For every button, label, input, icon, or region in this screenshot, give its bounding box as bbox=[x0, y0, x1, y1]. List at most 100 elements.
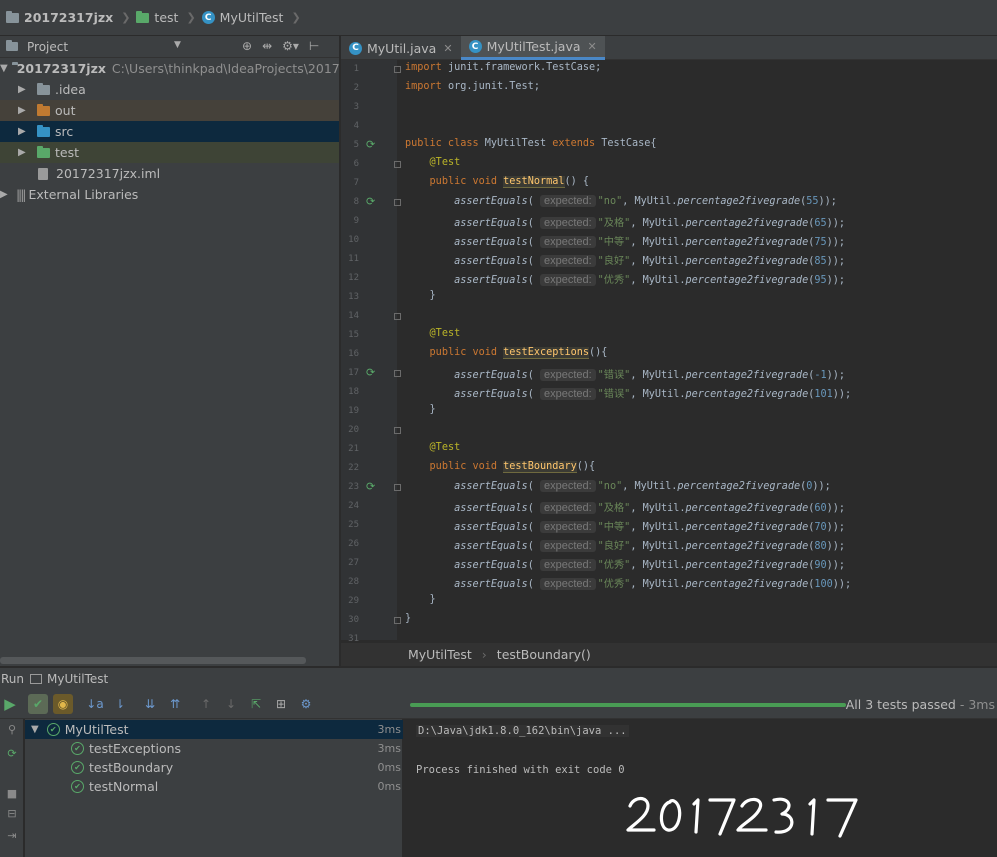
tree-item-label: .idea bbox=[55, 82, 86, 97]
test-row-root[interactable]: ▼ ✔ MyUtilTest 3ms bbox=[25, 720, 403, 739]
line-number: 25 bbox=[348, 520, 359, 530]
run-test-icon[interactable]: ⟳ bbox=[366, 138, 382, 151]
chevron-right-icon: ❯ bbox=[186, 11, 196, 24]
nav-file[interactable]: C MyUtilTest bbox=[201, 10, 283, 25]
tree-item-src[interactable]: ▶ src bbox=[0, 121, 339, 142]
fold-marker-icon[interactable] bbox=[394, 484, 401, 491]
editor-breadcrumb-method[interactable]: testBoundary() bbox=[497, 647, 591, 662]
view-dropdown-icon[interactable]: ▼ bbox=[174, 40, 181, 50]
console-command[interactable]: D:\Java\jdk1.8.0_162\bin\java ... bbox=[416, 725, 629, 737]
show-passed-icon[interactable]: ✔ bbox=[28, 694, 48, 714]
line-number: 17 bbox=[348, 368, 359, 378]
fold-marker-icon[interactable] bbox=[394, 199, 401, 206]
locate-icon[interactable]: ⊕ bbox=[242, 39, 252, 53]
fold-marker-icon[interactable] bbox=[394, 313, 401, 320]
line-number: 10 bbox=[348, 235, 359, 245]
code-line: } bbox=[405, 290, 436, 301]
stop-icon[interactable]: ■ bbox=[4, 787, 20, 801]
show-ignored-icon[interactable]: ◉ bbox=[53, 694, 73, 714]
line-number: 24 bbox=[348, 501, 359, 511]
nav-folder[interactable]: test bbox=[136, 10, 178, 25]
line-number: 29 bbox=[348, 596, 359, 606]
method-name[interactable]: testExceptions bbox=[503, 347, 590, 359]
code-line: @Test bbox=[429, 442, 461, 453]
code-line: public class MyUtilTest extends TestCase… bbox=[405, 138, 657, 149]
code-line: assertEquals( expected: "良好", MyUtil.perc… bbox=[454, 540, 846, 552]
tab-label: MyUtilTest.java bbox=[486, 39, 581, 54]
rerun-icon[interactable]: ▶ bbox=[0, 694, 20, 714]
code-line: assertEquals( expected: "错误", MyUtil.perc… bbox=[454, 369, 846, 381]
tab-myutil[interactable]: C MyUtil.java ✕ bbox=[341, 36, 461, 60]
run-test-icon[interactable]: ⟳ bbox=[366, 195, 382, 208]
project-panel-title[interactable]: Project bbox=[27, 40, 68, 54]
method-name[interactable]: testNormal bbox=[503, 176, 565, 188]
folder-icon bbox=[37, 82, 50, 95]
passed-icon: ✔ bbox=[71, 742, 84, 755]
parameter-hint: expected: bbox=[539, 369, 596, 381]
code-line: public void testNormal() { bbox=[429, 176, 590, 188]
sort-alpha-icon[interactable]: ↓a bbox=[85, 694, 105, 714]
test-name: testExceptions bbox=[89, 741, 182, 756]
next-test-icon[interactable]: ↓ bbox=[221, 694, 241, 714]
chevron-right-icon: › bbox=[481, 647, 487, 662]
import-icon[interactable]: ⊞ bbox=[271, 694, 291, 714]
toggle-auto-test-icon[interactable]: ⟳ bbox=[4, 747, 20, 761]
tree-item-test[interactable]: ▶ test bbox=[0, 142, 339, 163]
export-icon[interactable]: ⇱ bbox=[246, 694, 266, 714]
collapse-all-icon[interactable]: ⇹ bbox=[262, 39, 272, 53]
line-number: 19 bbox=[348, 406, 359, 416]
code-line: assertEquals( expected: "错误", MyUtil.perc… bbox=[454, 388, 852, 400]
test-folder-icon bbox=[37, 145, 50, 158]
test-results-tree: ▼ ✔ MyUtilTest 3ms ✔ testExceptions 3ms … bbox=[25, 719, 403, 857]
fold-marker-icon[interactable] bbox=[394, 370, 401, 377]
horizontal-scrollbar[interactable] bbox=[0, 657, 306, 664]
parameter-hint: expected: bbox=[539, 521, 596, 533]
tab-myutiltest[interactable]: C MyUtilTest.java ✕ bbox=[460, 36, 605, 60]
line-number: 20 bbox=[348, 425, 359, 435]
close-icon[interactable]: ✕ bbox=[443, 42, 452, 55]
parameter-hint: expected: bbox=[539, 502, 596, 514]
test-row[interactable]: ✔ testBoundary 0ms bbox=[25, 758, 403, 777]
tree-item-external-libraries[interactable]: ▶ ‖‖ External Libraries bbox=[0, 184, 339, 205]
previous-test-icon[interactable]: ↑ bbox=[196, 694, 216, 714]
test-name: testBoundary bbox=[89, 760, 174, 775]
close-icon[interactable]: ✕ bbox=[588, 40, 597, 53]
line-number: 7 bbox=[353, 178, 359, 188]
gear-icon[interactable]: ⚙ bbox=[296, 694, 316, 714]
nav-project[interactable]: 20172317jzx bbox=[6, 10, 113, 25]
run-test-icon[interactable]: ⟳ bbox=[366, 366, 382, 379]
test-row[interactable]: ✔ testNormal 0ms bbox=[25, 777, 403, 796]
run-panel-header: Run MyUtilTest bbox=[0, 667, 997, 689]
fold-marker-icon[interactable] bbox=[394, 427, 401, 434]
editor-breadcrumb-class[interactable]: MyUtilTest bbox=[408, 647, 472, 662]
project-panel-header: Project ▼ ⊕ ⇹ ⚙▾ ⊢ bbox=[0, 36, 339, 58]
test-row[interactable]: ✔ testExceptions 3ms bbox=[25, 739, 403, 758]
tree-item-project-root[interactable]: ▼ 20172317jzx C:\Users\thinkpad\IdeaProj… bbox=[0, 58, 339, 79]
expand-all-icon[interactable]: ⇊ bbox=[140, 694, 160, 714]
test-status: All 3 tests passed - 3ms bbox=[846, 697, 995, 712]
class-icon: C bbox=[468, 40, 482, 53]
fold-marker-icon[interactable] bbox=[394, 66, 401, 73]
tree-item-label: src bbox=[55, 124, 74, 139]
debug-icon[interactable]: ⚲ bbox=[4, 723, 20, 737]
method-name[interactable]: testBoundary bbox=[503, 461, 577, 473]
sort-duration-icon[interactable]: ⇂ bbox=[110, 694, 130, 714]
collapse-all-icon[interactable]: ⇈ bbox=[165, 694, 185, 714]
run-config-label[interactable]: MyUtilTest bbox=[47, 672, 108, 686]
parameter-hint: expected: bbox=[539, 388, 596, 400]
tree-item-out[interactable]: ▶ out bbox=[0, 100, 339, 121]
line-number: 16 bbox=[348, 349, 359, 359]
hide-panel-icon[interactable]: ⊢ bbox=[309, 39, 319, 53]
code-line: assertEquals( expected: "no", MyUtil.perc… bbox=[454, 195, 837, 207]
source-folder-icon bbox=[37, 124, 50, 137]
libraries-icon: ‖‖ bbox=[16, 187, 26, 202]
exit-icon[interactable]: ⇥ bbox=[4, 829, 20, 843]
gear-icon[interactable]: ⚙▾ bbox=[282, 39, 299, 53]
tree-item-iml[interactable]: 20172317jzx.iml bbox=[0, 163, 339, 184]
run-test-icon[interactable]: ⟳ bbox=[366, 480, 382, 493]
handwritten-signature bbox=[626, 796, 858, 838]
layout-icon[interactable]: ⊟ bbox=[4, 807, 20, 821]
fold-marker-icon[interactable] bbox=[394, 617, 401, 624]
fold-marker-icon[interactable] bbox=[394, 161, 401, 168]
tree-item-idea[interactable]: ▶ .idea bbox=[0, 79, 339, 100]
